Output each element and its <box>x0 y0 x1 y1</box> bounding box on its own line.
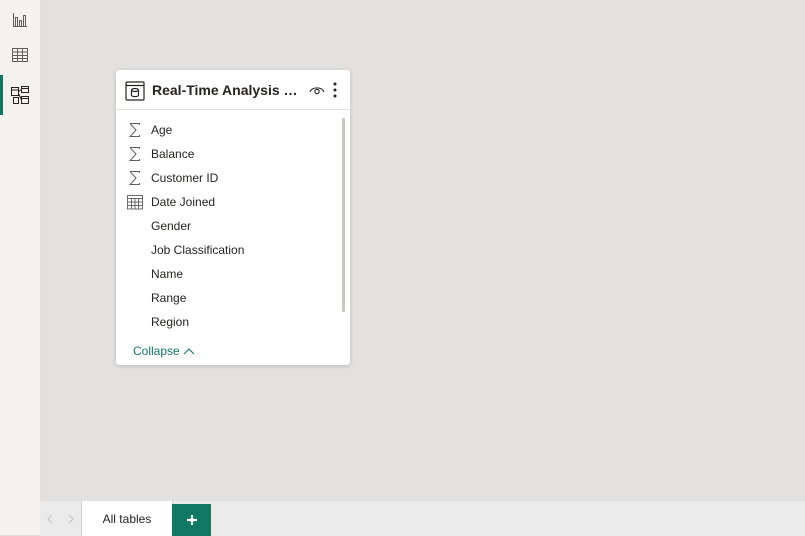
table-card-title: Real-Time Analysis of... <box>152 82 302 98</box>
model-icon <box>11 86 29 104</box>
field-item-name[interactable]: Name <box>116 262 350 286</box>
field-label: Gender <box>151 219 192 233</box>
sigma-icon <box>128 171 140 185</box>
field-label: Name <box>151 267 184 281</box>
bar-chart-icon <box>13 13 27 27</box>
add-layout-button[interactable] <box>172 504 211 536</box>
field-item-date-joined[interactable]: Date Joined <box>116 190 350 214</box>
field-item-region[interactable]: Region <box>116 310 350 334</box>
field-label: Job Classification <box>151 243 245 257</box>
tab-all-tables[interactable]: All tables <box>81 501 173 536</box>
field-item-balance[interactable]: Balance <box>116 142 350 166</box>
collapse-label: Collapse <box>133 344 180 358</box>
table-card[interactable]: Real-Time Analysis of... Age Balance Cus… <box>116 70 350 365</box>
chevron-right-icon[interactable] <box>68 514 74 524</box>
field-item-customer-id[interactable]: Customer ID <box>116 166 350 190</box>
collapse-button[interactable]: Collapse <box>133 344 195 358</box>
tab-label: All tables <box>102 511 152 526</box>
field-item-range[interactable]: Range <box>116 286 350 310</box>
sigma-icon <box>128 147 140 161</box>
report-view-button[interactable] <box>0 0 40 40</box>
field-list: Age Balance Customer ID Date Joined Gend… <box>116 118 350 334</box>
field-label: Age <box>151 123 173 137</box>
visibility-eye-icon[interactable] <box>309 83 325 97</box>
model-view-button[interactable] <box>0 75 40 115</box>
field-label: Range <box>151 291 187 305</box>
sigma-icon <box>128 123 140 137</box>
plus-icon <box>186 515 197 525</box>
field-item-age[interactable]: Age <box>116 118 350 142</box>
field-label: Balance <box>151 147 195 161</box>
more-options-icon[interactable] <box>332 82 338 98</box>
table-icon <box>125 81 145 101</box>
chevron-left-icon[interactable] <box>47 514 53 524</box>
layout-tab-bar: All tables <box>40 500 805 536</box>
field-label: Region <box>151 315 190 329</box>
field-item-gender[interactable]: Gender <box>116 214 350 238</box>
field-label: Date Joined <box>151 195 216 209</box>
field-label: Customer ID <box>151 171 219 185</box>
field-item-job-classification[interactable]: Job Classification <box>116 238 350 262</box>
chevron-up-icon <box>183 348 195 355</box>
field-list-scrollbar[interactable] <box>342 118 345 312</box>
table-card-header[interactable]: Real-Time Analysis of... <box>116 70 350 110</box>
table-grid-icon <box>12 48 28 62</box>
table-view-button[interactable] <box>0 35 40 75</box>
left-view-rail <box>0 0 41 535</box>
calendar-icon <box>127 195 143 210</box>
